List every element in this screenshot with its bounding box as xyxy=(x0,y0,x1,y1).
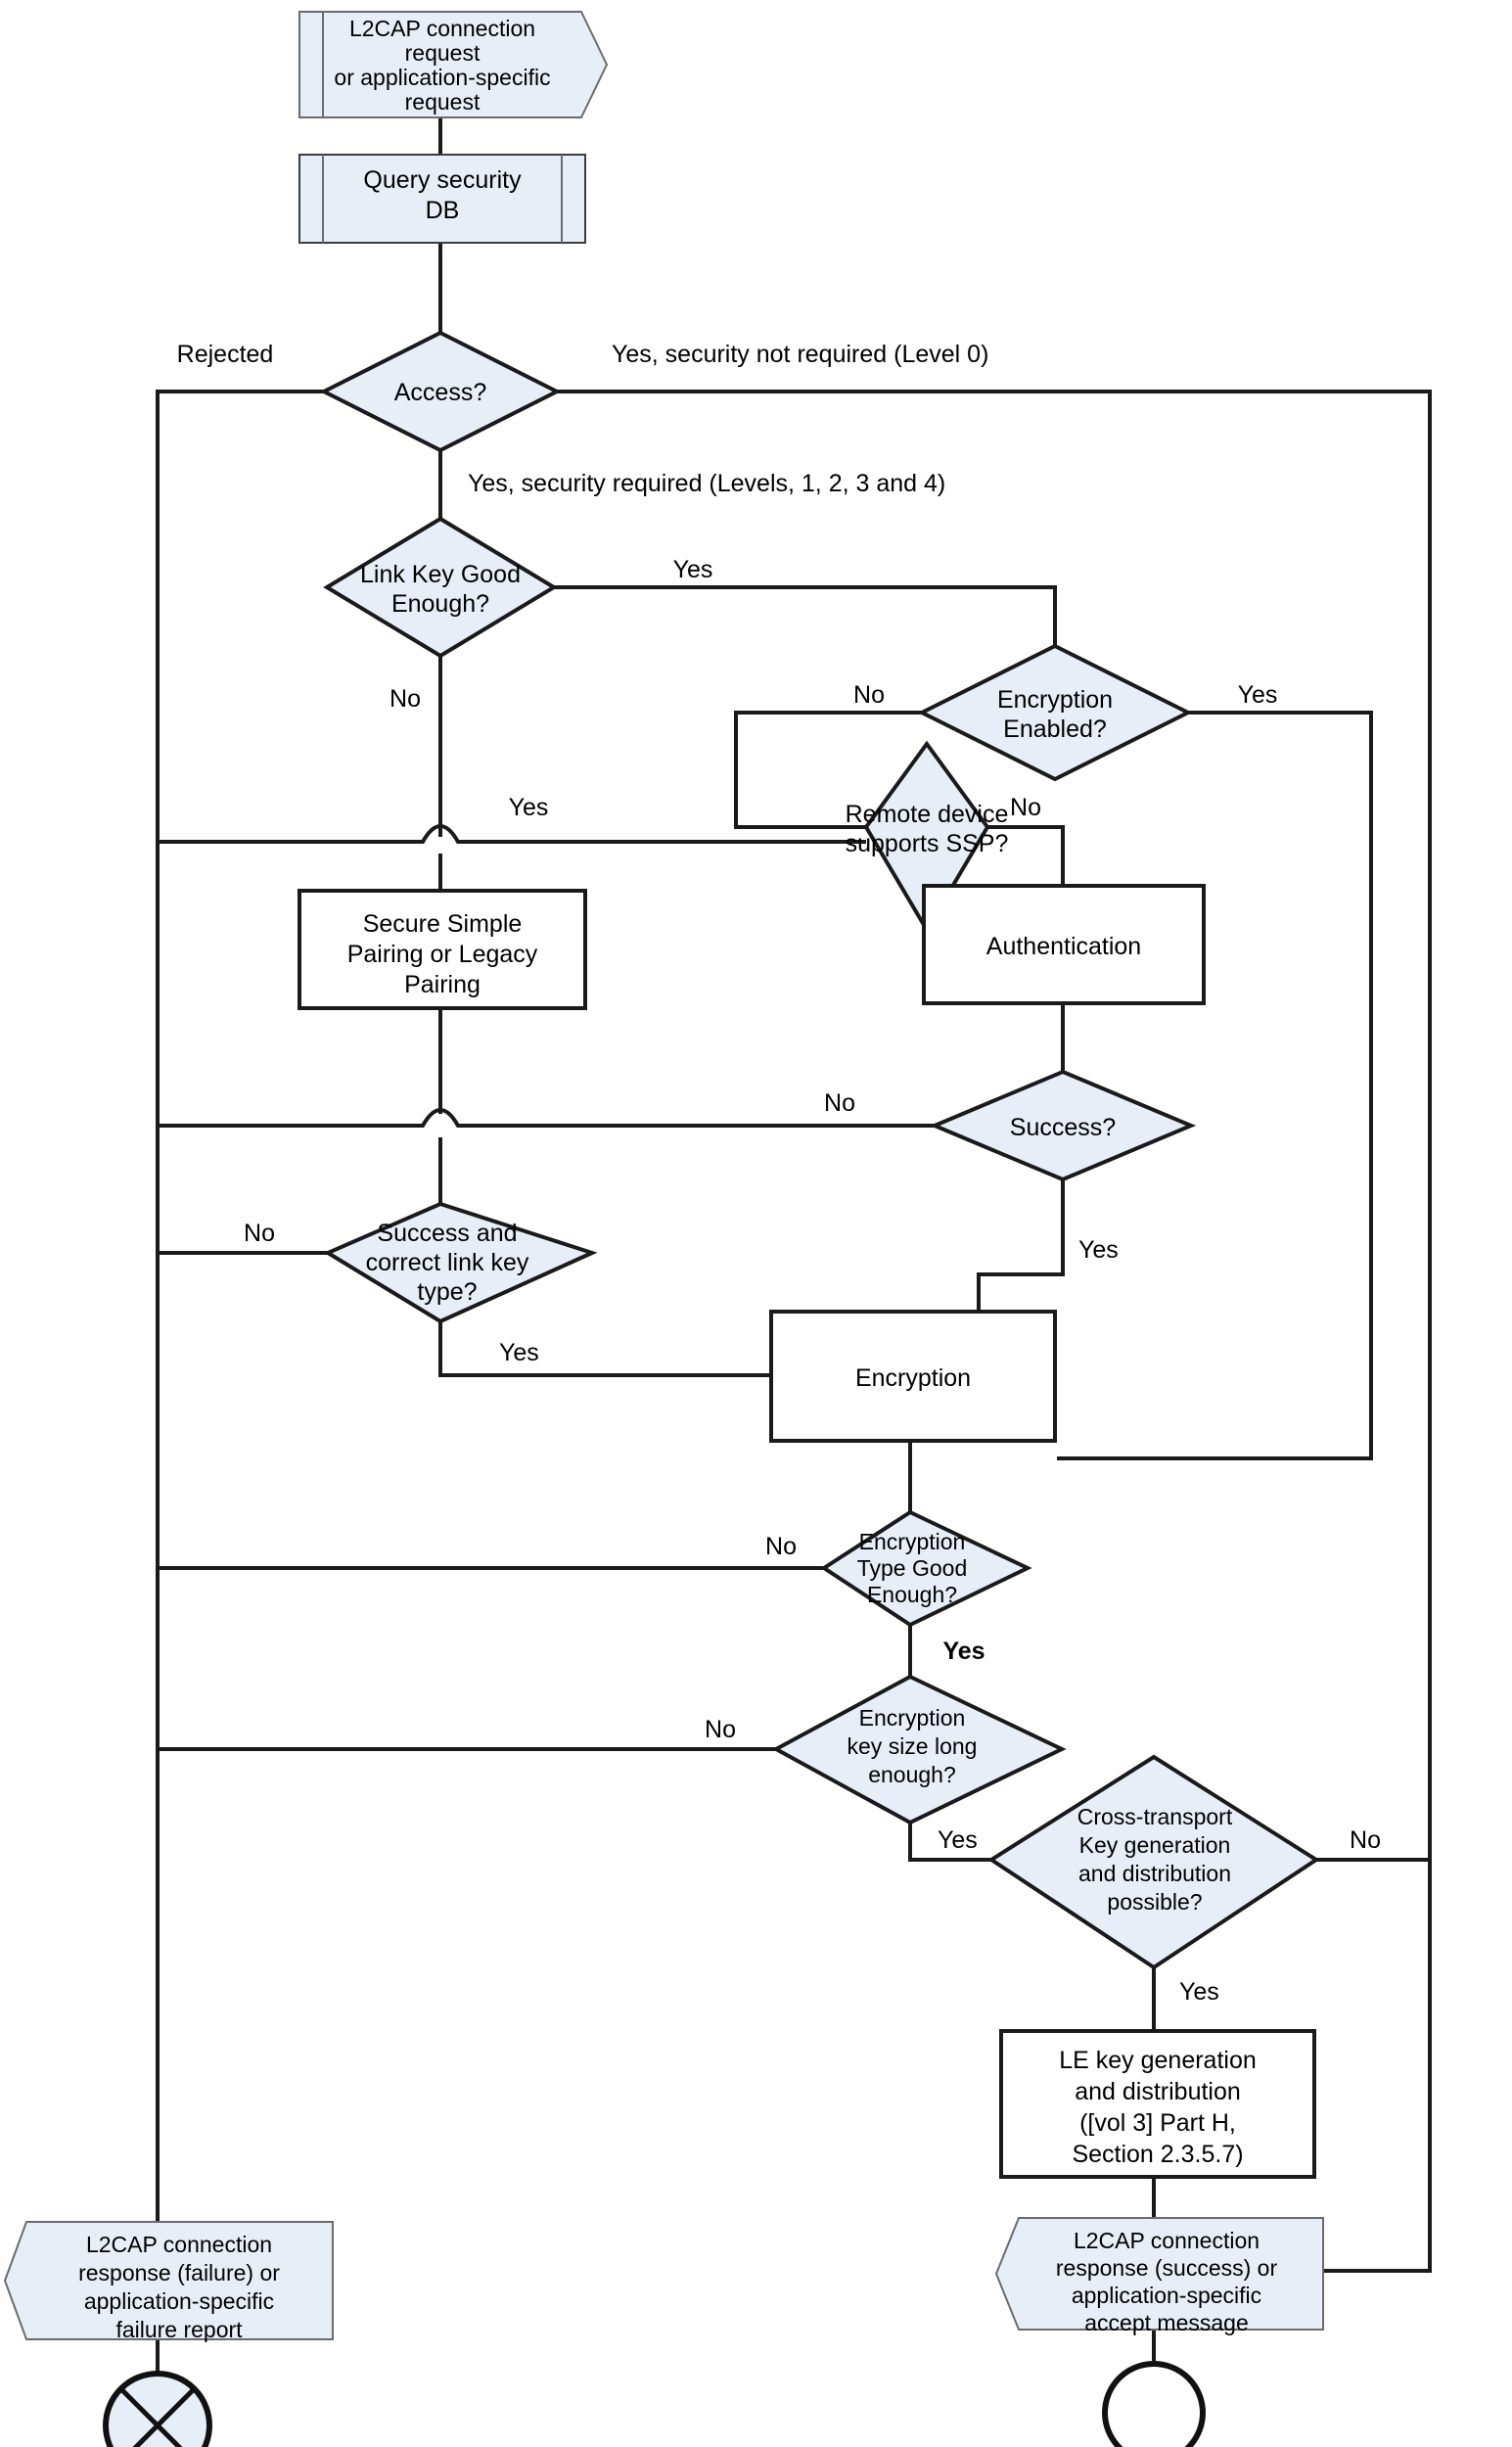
edge-linkkey-yes xyxy=(554,585,1057,646)
authentication-label: Authentication xyxy=(986,933,1141,960)
node-encryption-key-size[interactable]: Encryption key size long enough? xyxy=(771,1674,1067,1825)
enc-type-line-0: Encryption xyxy=(859,1529,966,1554)
cross-line-1: Key generation xyxy=(1079,1832,1231,1858)
le-key-line-2: ([vol 3] Part H, xyxy=(1079,2109,1236,2137)
end-failure-line-0: L2CAP connection xyxy=(86,2232,272,2257)
label-rejected: Rejected xyxy=(177,341,274,368)
label-succlk-no: No xyxy=(244,1220,275,1247)
node-cross-transport[interactable]: Cross-transport Key generation and distr… xyxy=(987,1754,1320,1970)
end-failure-line-1: response (failure) or xyxy=(78,2260,280,2285)
label-enc-size-yes: Yes xyxy=(938,1826,978,1854)
label-succlk-yes: Yes xyxy=(499,1339,539,1366)
succ-lk-line-0: Success and xyxy=(377,1220,517,1247)
enc-enabled-line-1: Enabled? xyxy=(1003,716,1107,743)
node-encryption-type-good[interactable]: Encryption Type Good Enough? xyxy=(820,1509,1032,1628)
terminator-failure-circle[interactable] xyxy=(103,2371,212,2447)
flowchart-svg: L2CAP connection request or application-… xyxy=(3,11,1432,2447)
edge-succlk-yes xyxy=(438,1321,771,1377)
node-access[interactable]: Access? xyxy=(319,330,562,453)
end-success-line-2: application-specific xyxy=(1072,2283,1261,2308)
node-end-failure[interactable]: L2CAP connection response (failure) or a… xyxy=(3,2221,334,2342)
label-enc-enabled-no: No xyxy=(853,681,885,709)
node-encryption-enabled[interactable]: Encryption Enabled? xyxy=(917,643,1193,782)
node-success-correct-link-key[interactable]: Success and correct link key type? xyxy=(323,1201,598,1324)
label-link-key-yes: Yes xyxy=(673,556,713,583)
le-key-line-1: and distribution xyxy=(1075,2078,1241,2105)
label-ssp-no: No xyxy=(1010,794,1041,821)
end-success-line-1: response (success) or xyxy=(1056,2255,1278,2281)
failure-circle-shape xyxy=(103,2371,212,2447)
access-label: Access? xyxy=(394,379,486,406)
node-query-security-db[interactable]: Query security DB xyxy=(298,154,586,244)
ssp-line-1: supports SSP? xyxy=(846,830,1009,857)
ssp-line-0: Remote device xyxy=(846,801,1009,828)
link-key-line-1: Enough? xyxy=(391,590,489,618)
cross-line-0: Cross-transport xyxy=(1077,1804,1233,1829)
enc-size-line-2: enough? xyxy=(868,1762,956,1787)
start-line-0: L2CAP connection xyxy=(349,16,535,41)
pairing-line-0: Secure Simple xyxy=(363,910,523,938)
label-enc-type-no: No xyxy=(765,1533,797,1560)
label-access-no-security: Yes, security not required (Level 0) xyxy=(612,341,988,368)
end-success-line-3: accept message xyxy=(1084,2310,1248,2335)
label-cross-no: No xyxy=(1350,1826,1381,1854)
label-success-yes: Yes xyxy=(1078,1236,1119,1264)
label-enc-enabled-yes: Yes xyxy=(1238,681,1278,709)
encryption-label: Encryption xyxy=(855,1364,971,1392)
cross-line-3: possible? xyxy=(1107,1889,1202,1915)
start-line-1: request xyxy=(405,40,481,66)
enc-type-line-1: Type Good xyxy=(857,1555,968,1581)
start-line-2: or application-specific xyxy=(334,65,550,90)
enc-enabled-line-0: Encryption xyxy=(997,686,1113,714)
pairing-line-2: Pairing xyxy=(404,971,481,998)
end-failure-line-3: failure report xyxy=(115,2317,243,2342)
success-label: Success? xyxy=(1010,1114,1116,1141)
cross-line-2: and distribution xyxy=(1078,1861,1231,1886)
node-authentication[interactable]: Authentication xyxy=(922,884,1206,1005)
query-db-line-0: Query security xyxy=(363,166,522,194)
label-access-security-required: Yes, security required (Levels, 1, 2, 3 … xyxy=(468,470,945,497)
le-key-line-3: Section 2.3.5.7) xyxy=(1072,2141,1243,2168)
node-success[interactable]: Success? xyxy=(929,1069,1197,1182)
succ-lk-line-2: type? xyxy=(417,1278,477,1306)
label-enc-size-no: No xyxy=(705,1716,736,1743)
end-failure-line-2: application-specific xyxy=(84,2288,274,2314)
node-le-key-generation[interactable]: LE key generation and distribution ([vol… xyxy=(999,2029,1316,2179)
edge-success-no-hop xyxy=(158,1108,935,1128)
edge-success-yes xyxy=(977,1179,1065,1312)
node-pairing[interactable]: Secure Simple Pairing or Legacy Pairing xyxy=(298,889,587,1010)
node-encryption[interactable]: Encryption xyxy=(769,1310,1057,1443)
node-end-success[interactable]: L2CAP connection response (success) or a… xyxy=(994,2217,1324,2335)
start-line-3: request xyxy=(405,89,481,115)
edge-encenabled-yes xyxy=(1057,711,1373,1460)
label-ssp-yes: Yes xyxy=(509,794,549,821)
link-key-line-0: Link Key Good xyxy=(360,561,521,588)
enc-size-line-0: Encryption xyxy=(859,1705,966,1731)
edge-rejected-trunk xyxy=(156,390,324,2202)
node-start[interactable]: L2CAP connection request or application-… xyxy=(298,11,609,118)
pairing-line-1: Pairing or Legacy xyxy=(347,941,538,968)
success-circle-shape xyxy=(1102,2361,1206,2447)
label-link-key-no: No xyxy=(389,685,421,713)
le-key-line-0: LE key generation xyxy=(1059,2047,1257,2074)
query-db-line-1: DB xyxy=(426,197,460,224)
label-enc-type-yes: Yes xyxy=(942,1638,985,1665)
succ-lk-line-1: correct link key xyxy=(366,1249,529,1276)
end-success-line-0: L2CAP connection xyxy=(1074,2228,1260,2253)
enc-size-line-1: key size long xyxy=(848,1733,978,1759)
label-cross-yes: Yes xyxy=(1179,1978,1219,2006)
terminator-success-circle[interactable] xyxy=(1102,2361,1206,2447)
node-link-key-good[interactable]: Link Key Good Enough? xyxy=(323,516,558,659)
label-success-no: No xyxy=(824,1089,855,1117)
enc-type-line-2: Enough? xyxy=(867,1582,957,1607)
flowchart-canvas: L2CAP connection request or application-… xyxy=(0,0,1512,2447)
